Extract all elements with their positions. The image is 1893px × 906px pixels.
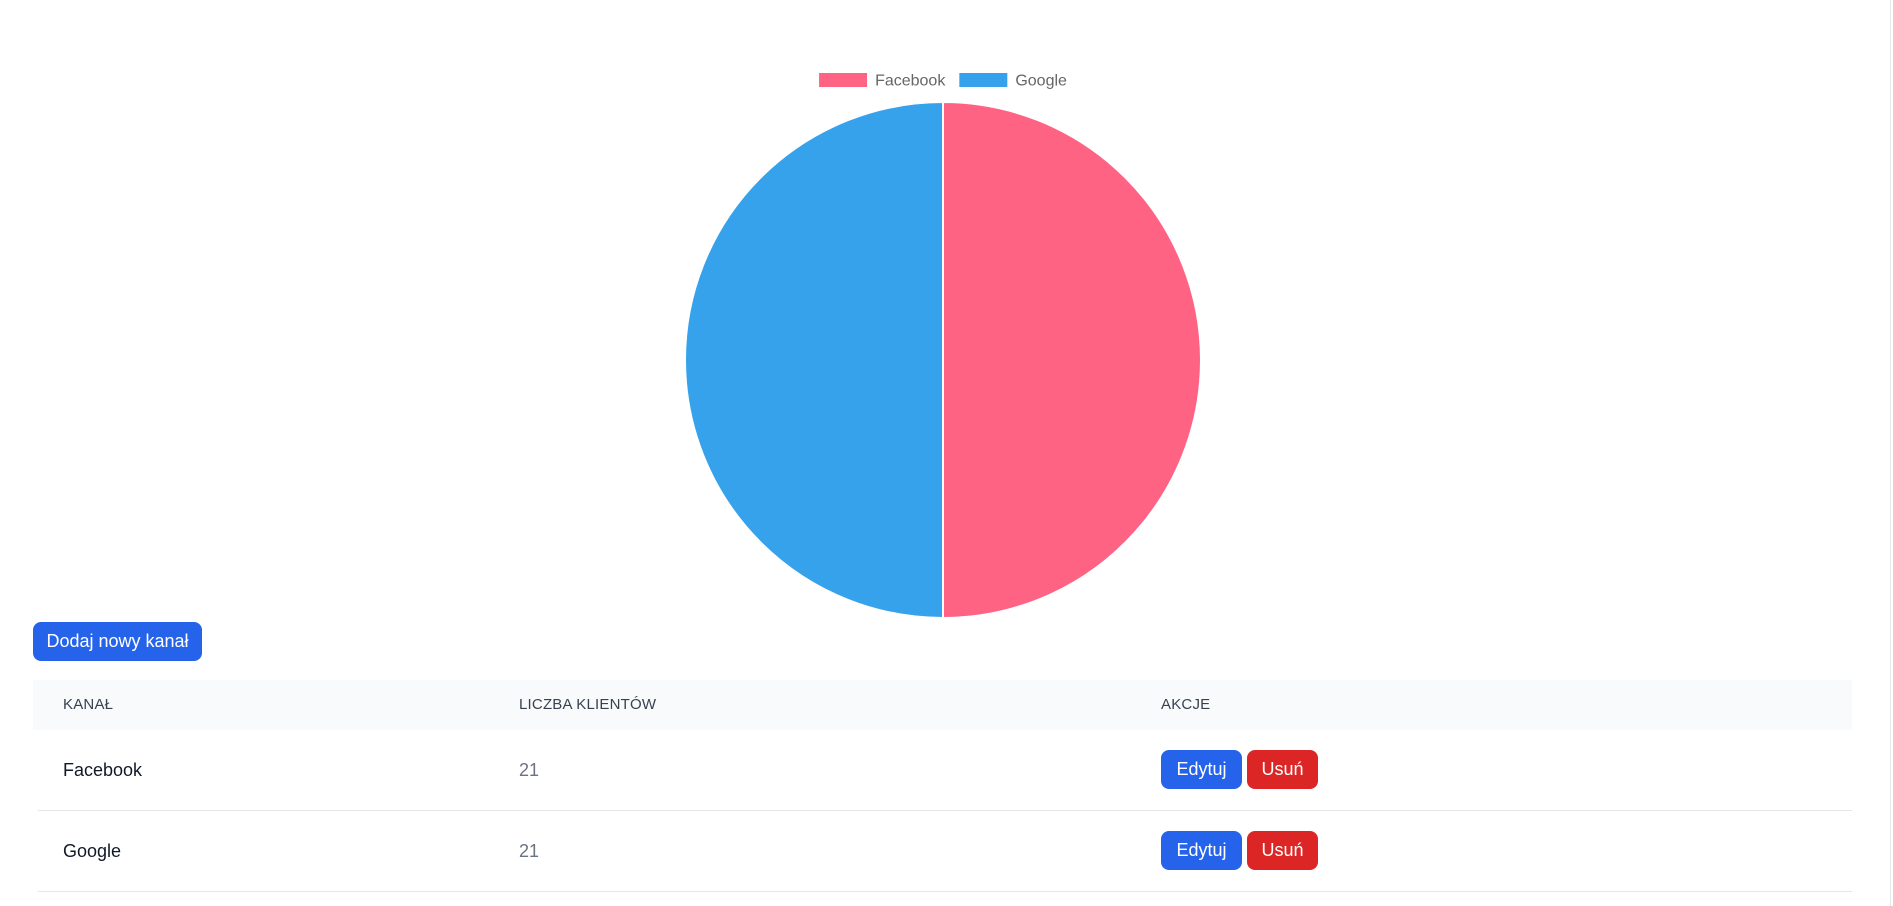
header-actions: AKCJE	[1161, 696, 1211, 713]
pie-chart: Facebook Google	[684, 73, 1202, 620]
client-count: 21	[519, 760, 540, 780]
legend-swatch-facebook[interactable]	[819, 73, 868, 87]
table-header: KANAŁ LICZBA KLIENTÓW AKCJE	[33, 680, 1852, 730]
add-channel-button[interactable]: Dodaj nowy kanał	[33, 622, 202, 661]
edit-button[interactable]: Edytuj	[1161, 831, 1242, 870]
legend-label-facebook[interactable]: Facebook	[875, 73, 946, 90]
channels-table: KANAŁ LICZBA KLIENTÓW AKCJE Facebook 21 …	[33, 680, 1852, 892]
channel-name: Google	[63, 841, 122, 861]
edit-button[interactable]: Edytuj	[1161, 750, 1242, 789]
channel-name: Facebook	[63, 760, 143, 780]
header-client-count: LICZBA KLIENTÓW	[519, 696, 657, 713]
table-row: Google 21 Edytuj Usuń	[38, 811, 1852, 892]
client-count: 21	[519, 841, 540, 861]
pie-slice-google[interactable]	[684, 100, 944, 620]
legend-swatch-google[interactable]	[959, 73, 1008, 87]
table-row: Facebook 21 Edytuj Usuń	[38, 730, 1852, 811]
pie-slice-facebook[interactable]	[942, 100, 1202, 620]
legend-label-google[interactable]: Google	[1015, 73, 1067, 90]
page: Facebook Google Dodaj nowy kanał KANAŁ LI…	[0, 0, 1893, 906]
header-channel: KANAŁ	[63, 696, 114, 713]
delete-button[interactable]: Usuń	[1247, 831, 1318, 870]
delete-button[interactable]: Usuń	[1247, 750, 1318, 789]
